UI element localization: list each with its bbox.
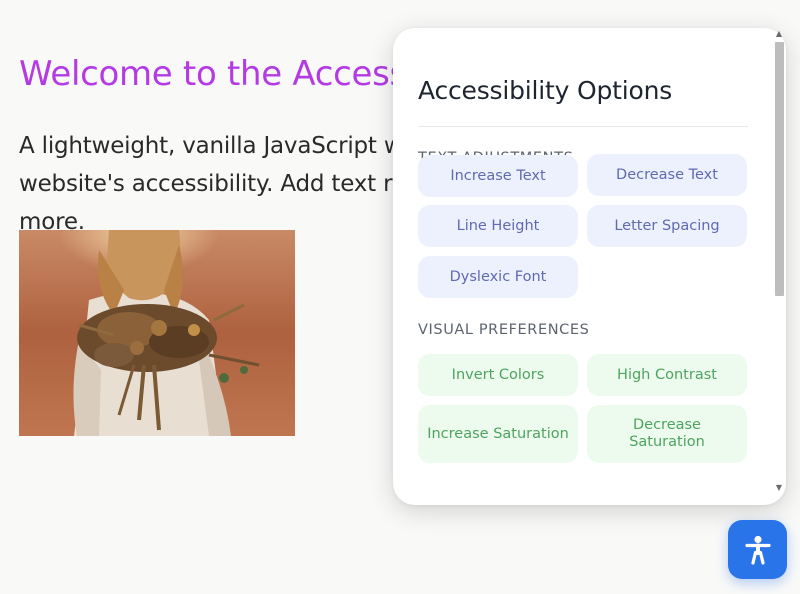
section-heading-visual-preferences: VISUAL PREFERENCES: [418, 322, 590, 338]
line-height-button[interactable]: Line Height: [418, 205, 578, 247]
accessibility-panel: Accessibility Options TEXT ADJUSTMENTS I…: [393, 28, 786, 505]
panel-scrollbar[interactable]: ▲ ▼: [772, 28, 786, 494]
hero-image: [19, 230, 295, 436]
decrease-text-button[interactable]: Decrease Text: [587, 154, 747, 196]
increase-saturation-button[interactable]: Increase Saturation: [418, 405, 578, 463]
panel-divider: [418, 126, 748, 127]
letter-spacing-button[interactable]: Letter Spacing: [587, 205, 747, 247]
panel-title: Accessibility Options: [418, 76, 673, 105]
dyslexic-font-button[interactable]: Dyslexic Font: [418, 256, 578, 298]
scroll-down-arrow-icon[interactable]: ▼: [772, 482, 786, 494]
invert-colors-button[interactable]: Invert Colors: [418, 354, 578, 396]
accessibility-person-icon: [744, 535, 771, 565]
page: Welcome to the Accessibility A lightweig…: [0, 0, 800, 594]
photo-bride-bouquet-icon: [19, 230, 295, 436]
decrease-saturation-button[interactable]: Decrease Saturation: [587, 405, 747, 463]
increase-text-button[interactable]: Increase Text: [418, 155, 578, 197]
scroll-up-arrow-icon[interactable]: ▲: [772, 28, 786, 40]
scrollbar-thumb[interactable]: [775, 42, 784, 296]
accessibility-toggle-button[interactable]: [728, 520, 787, 579]
high-contrast-button[interactable]: High Contrast: [587, 354, 747, 396]
